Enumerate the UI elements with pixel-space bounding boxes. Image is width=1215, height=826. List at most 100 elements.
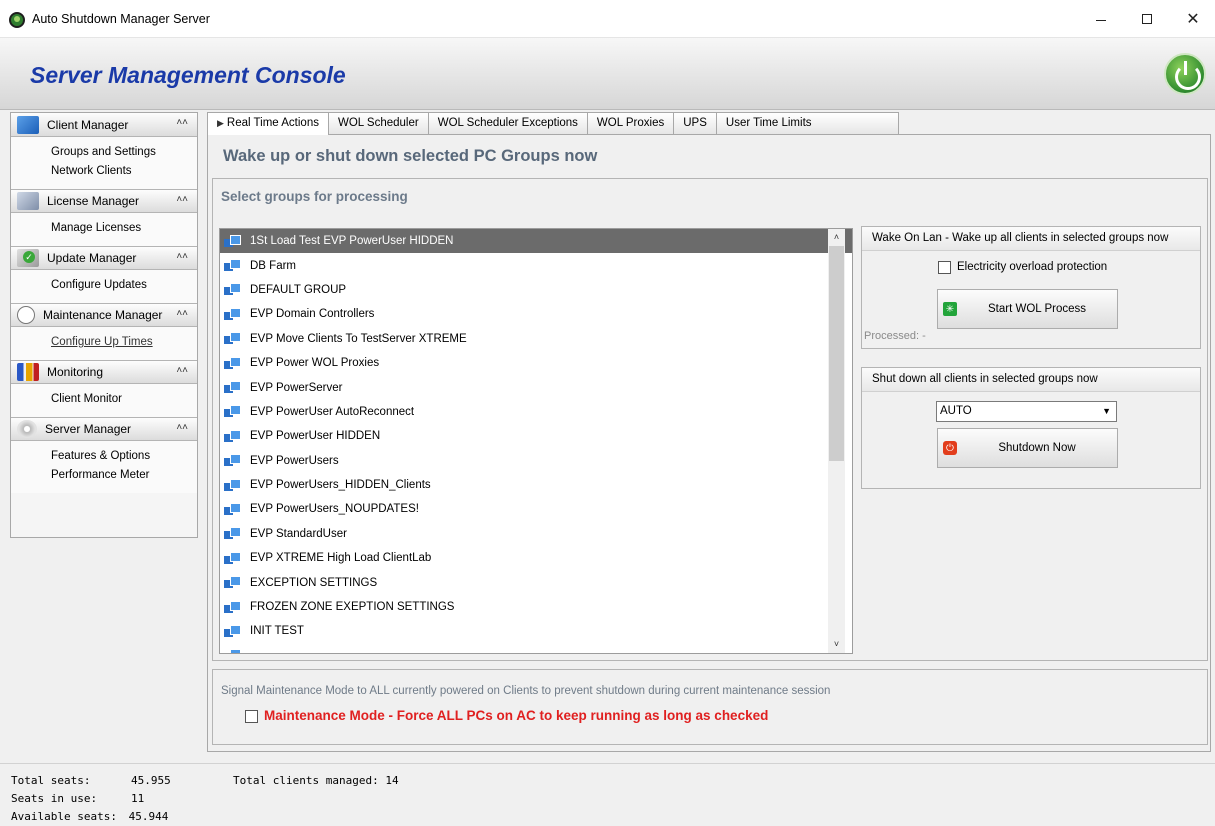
tab-ups[interactable]: UPS (673, 112, 717, 134)
collapse-icon[interactable]: ˄˄ (176, 251, 188, 262)
electricity-overload-checkbox[interactable] (938, 261, 951, 274)
sidebar-header-label: Monitoring (47, 365, 104, 379)
groups-box: Select groups for processing 1St Load Te… (212, 178, 1208, 661)
list-item[interactable]: EXCEPTION SETTINGS (220, 570, 852, 594)
scroll-down-icon[interactable]: ˅ (828, 636, 845, 653)
clock-icon (17, 306, 35, 324)
sidebar-header-monitoring[interactable]: Monitoring ˄˄ (11, 360, 197, 384)
list-item-label: EVP Domain Controllers (250, 308, 375, 321)
collapse-icon[interactable]: ˄˄ (176, 365, 188, 376)
list-item[interactable]: EVP PowerServer (220, 375, 852, 399)
pc-group-icon (224, 576, 241, 589)
sidebar-item-network-clients[interactable]: Network Clients (11, 162, 197, 181)
sidebar-header-label: Client Manager (47, 117, 129, 132)
maximize-button[interactable] (1124, 0, 1170, 38)
power-icon: ⏻ (943, 441, 957, 455)
list-item[interactable]: EVP PowerUser AutoReconnect (220, 400, 852, 424)
sidebar-header-client-manager[interactable]: Client Manager ˄˄ (11, 113, 197, 137)
list-item-label: EVP Move Clients To TestServer XTREME (250, 332, 467, 345)
list-item-label: EVP PowerUsers_HIDDEN_Clients (250, 479, 431, 492)
sidebar-header-server-manager[interactable]: Server Manager ˄˄ (11, 417, 197, 441)
pc-group-icon (224, 649, 241, 653)
chevron-down-icon: ▼ (1102, 406, 1111, 416)
collapse-icon[interactable]: ˄˄ (176, 422, 188, 433)
groups-title: Select groups for processing (221, 189, 408, 204)
list-item-label: EVP PowerUser AutoReconnect (250, 405, 415, 418)
sidebar-item-client-monitor[interactable]: Client Monitor (11, 390, 197, 409)
list-item-label: FROZEN ZONE EXEPTION SETTINGS (250, 601, 455, 614)
shutdown-mode-select[interactable]: AUTO ▼ (936, 401, 1117, 422)
list-item[interactable]: EVP XTREME High Load ClientLab (220, 546, 852, 570)
close-button[interactable]: ✕ (1170, 0, 1215, 38)
list-item[interactable]: DB Farm (220, 253, 852, 277)
list-item[interactable]: FROZEN ZONE EXEPTION SETTINGS (220, 595, 852, 619)
sidebar-item-configure-updates[interactable]: Configure Updates (11, 276, 197, 295)
sidebar-item-performance-meter[interactable]: Performance Meter (11, 466, 197, 485)
tab-wol-proxies[interactable]: WOL Proxies (586, 112, 675, 134)
sidebar-item-manage-licenses[interactable]: Manage Licenses (11, 219, 197, 238)
sidebar-header-label: Update Manager (47, 251, 137, 265)
start-wol-button[interactable]: ✳ Start WOL Process (937, 289, 1118, 329)
scroll-thumb[interactable] (829, 246, 844, 461)
maximize-icon (1142, 14, 1152, 24)
sidebar-group-maintenance-manager: Maintenance Manager ˄˄ Configure Up Time… (11, 303, 197, 360)
pc-group-icon (224, 429, 241, 443)
pc-group-icon (224, 600, 241, 614)
gear-icon (17, 420, 37, 438)
total-seats-row: Total seats: 45.955 (11, 774, 171, 787)
list-scrollbar[interactable]: ˄ ˅ (828, 229, 845, 653)
header-banner: Server Management Console (0, 38, 1215, 110)
maintenance-panel: Signal Maintenance Mode to ALL currently… (212, 669, 1208, 745)
sidebar-header-label: Maintenance Manager (43, 308, 163, 322)
update-manager-icon (17, 249, 39, 267)
list-item[interactable]: EVP PowerUsers_HIDDEN_Clients (220, 473, 852, 497)
list-item[interactable]: EVP PowerUsers (220, 449, 852, 473)
start-wol-label: Start WOL Process (988, 303, 1086, 315)
maintenance-mode-checkbox[interactable] (245, 710, 258, 723)
list-item[interactable]: DEFAULT GROUP (220, 278, 852, 302)
total-seats-label: Total seats: (11, 774, 91, 787)
sidebar-item-features-options[interactable]: Features & Options (11, 447, 197, 466)
tab-user-time-limits[interactable]: User Time Limits (715, 112, 899, 134)
list-item[interactable]: EVP PowerUser HIDDEN (220, 424, 852, 448)
shutdown-now-button[interactable]: ⏻ Shutdown Now (937, 428, 1118, 468)
available-seats-row: Available seats: 45.944 (11, 810, 168, 823)
pc-group-icon (224, 478, 241, 492)
collapse-icon[interactable]: ˄˄ (176, 117, 188, 128)
collapse-icon[interactable]: ˄˄ (176, 194, 188, 205)
sidebar-header-label: License Manager (47, 194, 140, 208)
sidebar-header-license-manager[interactable]: License Manager ˄˄ (11, 189, 197, 213)
sidebar-item-configure-up-times[interactable]: Configure Up Times (11, 333, 197, 352)
list-item[interactable]: EVP Power WOL Proxies (220, 351, 852, 375)
collapse-icon[interactable]: ˄˄ (176, 308, 188, 319)
sidebar: Client Manager ˄˄ Groups and Settings Ne… (10, 112, 198, 538)
tab-real-time-actions[interactable]: ▶ Real Time Actions (207, 112, 329, 135)
list-item[interactable]: 1St Load Test EVP PowerUser HIDDEN (220, 229, 852, 254)
maintenance-caption: Signal Maintenance Mode to ALL currently… (221, 685, 831, 697)
tab-strip: ▶ Real Time Actions WOL Scheduler WOL Sch… (207, 112, 899, 135)
tab-label: Real Time Actions (226, 117, 319, 129)
sidebar-group-update-manager: Update Manager ˄˄ Configure Updates (11, 246, 197, 303)
shutdown-panel-title: Shut down all clients in selected groups… (862, 368, 1200, 392)
pc-group-icon (224, 259, 241, 272)
pc-group-icon (224, 332, 241, 345)
sidebar-header-update-manager[interactable]: Update Manager ˄˄ (11, 246, 197, 270)
group-list[interactable]: 1St Load Test EVP PowerUser HIDDEN DB Far… (219, 228, 853, 654)
scroll-up-icon[interactable]: ˄ (828, 229, 845, 246)
sidebar-header-maintenance-manager[interactable]: Maintenance Manager ˄˄ (11, 303, 197, 327)
tab-wol-scheduler[interactable]: WOL Scheduler (327, 112, 429, 134)
list-item[interactable]: EVP StandardUser (220, 522, 852, 546)
pc-group-icon (224, 527, 241, 540)
list-item[interactable] (220, 644, 852, 653)
minimize-button[interactable] (1078, 0, 1124, 38)
tab-wol-scheduler-exceptions[interactable]: WOL Scheduler Exceptions (427, 112, 588, 134)
list-item-label: EXCEPTION SETTINGS (250, 576, 378, 589)
shutdown-now-label: Shutdown Now (998, 442, 1076, 454)
list-item[interactable]: EVP Move Clients To TestServer XTREME (220, 327, 852, 351)
sidebar-item-groups-and-settings[interactable]: Groups and Settings (11, 143, 197, 162)
list-item-label: EVP PowerUsers_NOUPDATES! (250, 503, 419, 516)
pc-group-icon (224, 502, 241, 516)
list-item[interactable]: EVP Domain Controllers (220, 302, 852, 326)
list-item[interactable]: INIT TEST (220, 619, 852, 643)
list-item[interactable]: EVP PowerUsers_NOUPDATES! (220, 497, 852, 521)
